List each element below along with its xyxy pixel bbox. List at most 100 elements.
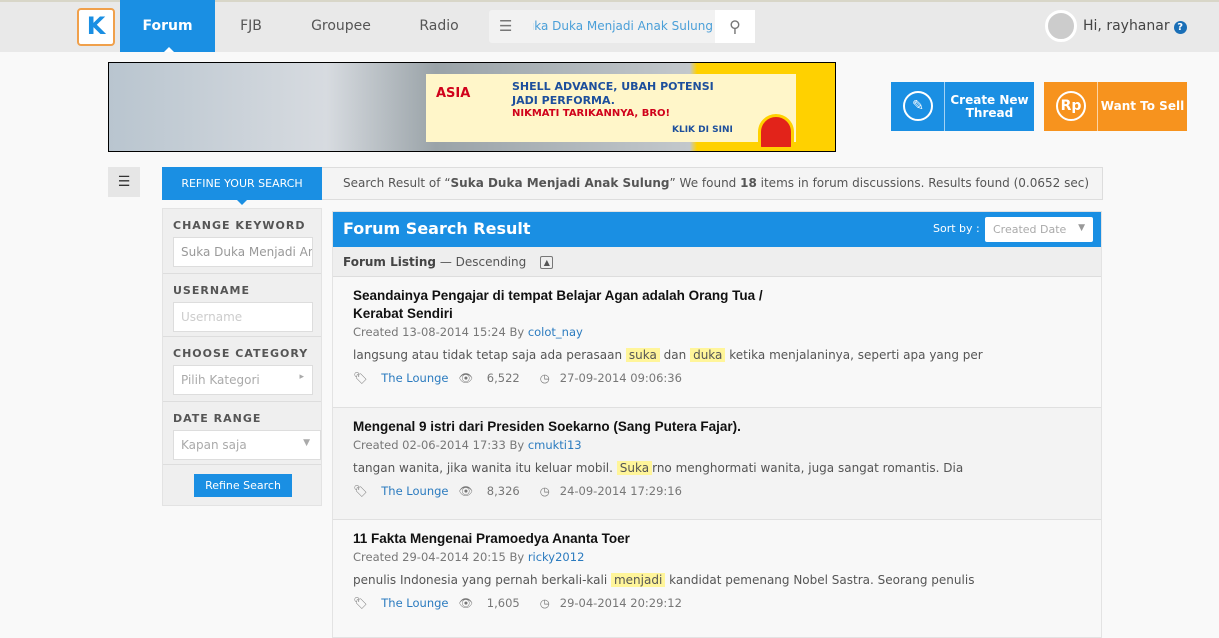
tag-icon: 🏷: [353, 484, 368, 498]
last-post-time: 24-09-2014 17:29:16: [559, 484, 682, 498]
create-thread-label: Create New Thread: [950, 92, 1029, 120]
refine-sidebar: CHANGE KEYWORD Suka Duka Menjadi Anak Sul…: [162, 208, 322, 506]
ad-headline-2: JADI PERFORMA.: [512, 94, 615, 107]
date-range-select[interactable]: Kapan saja ▼: [173, 430, 321, 460]
category-value: Pilih Kategori: [181, 373, 260, 387]
created-info: Created 13-08-2014 15:24 By: [353, 325, 528, 339]
refine-search-tab[interactable]: REFINE YOUR SEARCH: [162, 167, 322, 205]
username-input[interactable]: Username: [173, 302, 313, 332]
category-label: CHOOSE CATEGORY: [173, 347, 309, 360]
summary-suffix: items in forum discussions. Results foun…: [756, 176, 1090, 190]
thread-snippet: penulis Indonesia yang pernah berkali-ka…: [353, 573, 1083, 587]
clock-icon: ◷: [539, 484, 550, 498]
user-greeting-text: Hi, rayhanar: [1083, 18, 1170, 34]
snippet-text: kandidat pemenang Nobel Sastra. Seorang …: [665, 573, 975, 587]
summary-query: Suka Duka Menjadi Anak Sulung: [450, 176, 670, 190]
ad-cta[interactable]: KLIK DI SINI: [672, 125, 733, 135]
username-label: USERNAME: [173, 284, 251, 297]
summary-mid: ” We found: [669, 176, 741, 190]
eye-icon: 👁: [458, 596, 474, 610]
thread-title[interactable]: Seandainya Pengajar di tempat Belajar Ag…: [353, 287, 813, 323]
summary-prefix: Search Result of “: [343, 176, 451, 190]
highlighted-keyword: suka: [625, 348, 660, 362]
snippet-text: rno menghormati wanita, juga sangat roma…: [652, 461, 964, 475]
author-link[interactable]: ricky2012: [528, 550, 585, 564]
date-range-label: DATE RANGE: [173, 412, 262, 425]
view-count: 6,522: [486, 371, 520, 385]
clock-icon: ◷: [539, 371, 550, 385]
tab-groupee[interactable]: Groupee: [300, 0, 382, 52]
snippet-text: tangan wanita, jika wanita itu keluar mo…: [353, 461, 617, 475]
snippet-text: langsung atau tidak tetap saja ada peras…: [353, 348, 626, 362]
help-icon[interactable]: ?: [1173, 21, 1187, 34]
tag-icon: 🏷: [353, 596, 368, 610]
listing-label: Forum Listing: [343, 255, 436, 269]
user-greeting[interactable]: Hi, rayhanar?: [1083, 18, 1187, 34]
tab-fjb[interactable]: FJB: [225, 0, 277, 52]
created-info: Created 02-06-2014 17:33 By: [353, 438, 528, 452]
snippet-text: dan: [659, 348, 691, 362]
category-link[interactable]: The Lounge: [381, 596, 448, 610]
view-count: 8,326: [486, 484, 520, 498]
ad-headline: SHELL ADVANCE, UBAH POTENSI: [512, 80, 714, 93]
kaskus-logo[interactable]: K: [77, 8, 115, 46]
thread-list-item: Seandainya Pengajar di tempat Belajar Ag…: [333, 277, 1101, 408]
eye-icon: 👁: [458, 371, 474, 385]
shell-logo-icon: [758, 114, 794, 150]
category-link[interactable]: The Lounge: [381, 484, 448, 498]
chevron-down-icon: ▼: [303, 438, 310, 448]
tab-forum[interactable]: Forum: [120, 0, 215, 52]
want-to-sell-label: Want To Sell: [1100, 99, 1185, 113]
ad-panel: ASIA SHELL ADVANCE, UBAH POTENSI JADI PER…: [426, 74, 796, 150]
sort-select[interactable]: Created Date ▼: [985, 217, 1093, 242]
refine-search-button[interactable]: Refine Search: [194, 474, 292, 497]
result-title: Forum Search Result: [343, 219, 531, 238]
keyword-label: CHANGE KEYWORD: [173, 219, 306, 232]
chevron-right-icon: ▸: [299, 372, 304, 382]
eye-icon: 👁: [458, 484, 474, 498]
clock-icon: ◷: [539, 596, 550, 610]
thread-list-item: 11 Fakta Mengenai Pramoedya Ananta Toer …: [333, 520, 1101, 637]
snippet-text: penulis Indonesia yang pernah berkali-ka…: [353, 573, 611, 587]
last-post-time: 27-09-2014 09:06:36: [559, 371, 682, 385]
result-count: 18: [740, 176, 757, 190]
list-icon[interactable]: ☰: [499, 17, 512, 35]
category-select[interactable]: Pilih Kategori ▸: [173, 365, 313, 395]
thread-title[interactable]: 11 Fakta Mengenai Pramoedya Ananta Toer: [353, 530, 813, 548]
sort-label: Sort by :: [933, 222, 980, 235]
asia-talent-cup-logo: ASIA: [436, 86, 471, 101]
highlighted-keyword: menjadi: [610, 573, 666, 587]
ad-tagline: NIKMATI TARIKANNYA, BRO!: [512, 108, 671, 119]
rupiah-icon: Rp: [1056, 91, 1086, 121]
created-info: Created 29-04-2014 20:15 By: [353, 550, 528, 564]
collapse-icon[interactable]: ▲: [540, 256, 554, 269]
want-to-sell-button[interactable]: Rp Want To Sell: [1044, 82, 1187, 131]
snippet-text: ketika menjalaninya, seperti apa yang pe…: [725, 348, 983, 362]
listing-order: — Descending: [439, 255, 527, 269]
shell-ad-banner[interactable]: ASIA SHELL ADVANCE, UBAH POTENSI JADI PER…: [108, 62, 836, 152]
list-icon: ☰: [117, 174, 131, 190]
forum-search-result: Forum Search Result Sort by : Created Da…: [332, 211, 1102, 638]
keyword-input[interactable]: Suka Duka Menjadi Anak Sulung: [173, 237, 313, 267]
tag-icon: 🏷: [353, 371, 368, 385]
chevron-down-icon: ▼: [1078, 223, 1085, 233]
highlighted-keyword: duka: [690, 348, 726, 362]
pencil-icon: ✎: [903, 91, 933, 121]
thread-title[interactable]: Mengenal 9 istri dari Presiden Soekarno …: [353, 418, 813, 436]
date-range-value: Kapan saja: [181, 438, 247, 452]
search-input[interactable]: Suka Duka Menjadi Anak Sulung: [533, 19, 713, 33]
create-thread-button[interactable]: ✎ Create New Thread: [891, 82, 1034, 131]
tab-radio[interactable]: Radio: [405, 0, 473, 52]
highlighted-keyword: Suka: [616, 461, 653, 475]
search-bar: ☰ Suka Duka Menjadi Anak Sulung ⚲: [489, 10, 755, 43]
thread-list-item: Mengenal 9 istri dari Presiden Soekarno …: [333, 408, 1101, 520]
sort-value: Created Date: [993, 223, 1067, 236]
category-link[interactable]: The Lounge: [381, 371, 448, 385]
view-count: 1,605: [486, 596, 520, 610]
sidebar-toggle-button[interactable]: ☰: [108, 167, 140, 197]
author-link[interactable]: cmukti13: [528, 438, 582, 452]
thread-snippet: tangan wanita, jika wanita itu keluar mo…: [353, 461, 1083, 475]
search-icon[interactable]: ⚲: [715, 10, 755, 43]
avatar[interactable]: [1045, 10, 1077, 42]
author-link[interactable]: colot_nay: [528, 325, 583, 339]
